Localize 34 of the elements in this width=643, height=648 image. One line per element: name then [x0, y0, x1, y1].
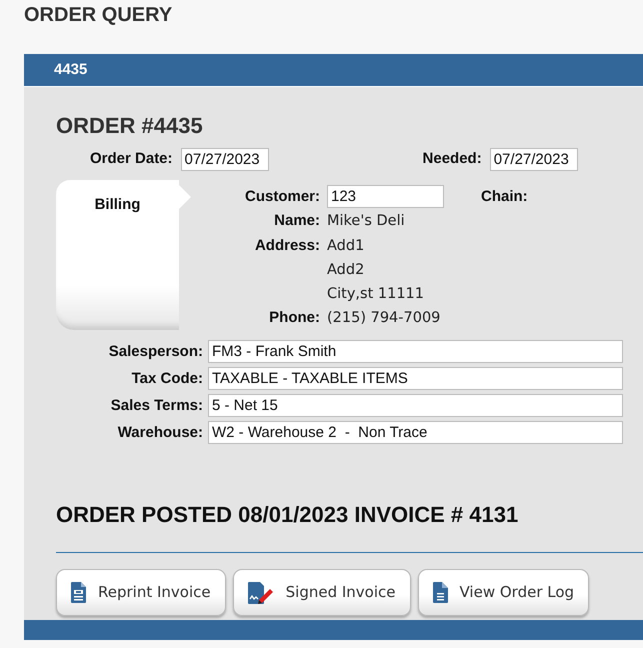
document-icon	[71, 582, 86, 603]
field-label: Needed:	[422, 149, 482, 170]
field-label: Warehouse:	[116, 423, 203, 443]
action-button[interactable]: Reprint Invoice	[56, 569, 226, 616]
field-label: Tax Code:	[130, 369, 203, 389]
field-label: Order Date:	[90, 149, 173, 170]
text-field[interactable]: TAXABLE - TAXABLE ITEMS	[208, 367, 623, 390]
field-label: Sales Terms:	[110, 396, 203, 416]
document-icon	[432, 582, 448, 603]
date-field[interactable]: 07/27/2023	[490, 148, 578, 171]
text-field[interactable]: FM3 - Frank Smith	[208, 340, 623, 363]
text-field[interactable]: 5 - Net 15	[208, 394, 623, 417]
page-title: ORDER QUERY	[24, 3, 174, 28]
field-value: City,st 11111	[327, 284, 426, 304]
header-bar: 4435	[24, 54, 643, 87]
field-label: Name:	[273, 211, 320, 232]
field-value: (215) 794-7009	[327, 308, 442, 328]
field-label: Chain:	[481, 186, 528, 207]
field-label: Phone:	[268, 308, 320, 328]
status-text: ORDER POSTED 08/01/2023 INVOICE # 4131	[56, 502, 520, 528]
field-label: Salesperson:	[108, 342, 203, 362]
field-label: Customer:	[244, 187, 320, 207]
action-button[interactable]: View Order Log	[418, 569, 590, 616]
action-button[interactable]: Signed Invoice	[232, 569, 410, 616]
field-label: Address:	[254, 236, 320, 256]
field-value: Add1	[327, 236, 366, 256]
text-field[interactable]: W2 - Warehouse 2 - Non Trace	[208, 421, 623, 444]
signed-document-icon	[248, 582, 274, 604]
date-field[interactable]: 07/27/2023	[180, 148, 269, 171]
billing-tab[interactable]: Billing	[56, 180, 191, 330]
field-value: Add2	[327, 260, 366, 280]
order-heading: ORDER #4435	[56, 113, 204, 139]
customer-field[interactable]: 123	[327, 185, 444, 208]
field-value: Mike's Deli	[327, 212, 406, 232]
